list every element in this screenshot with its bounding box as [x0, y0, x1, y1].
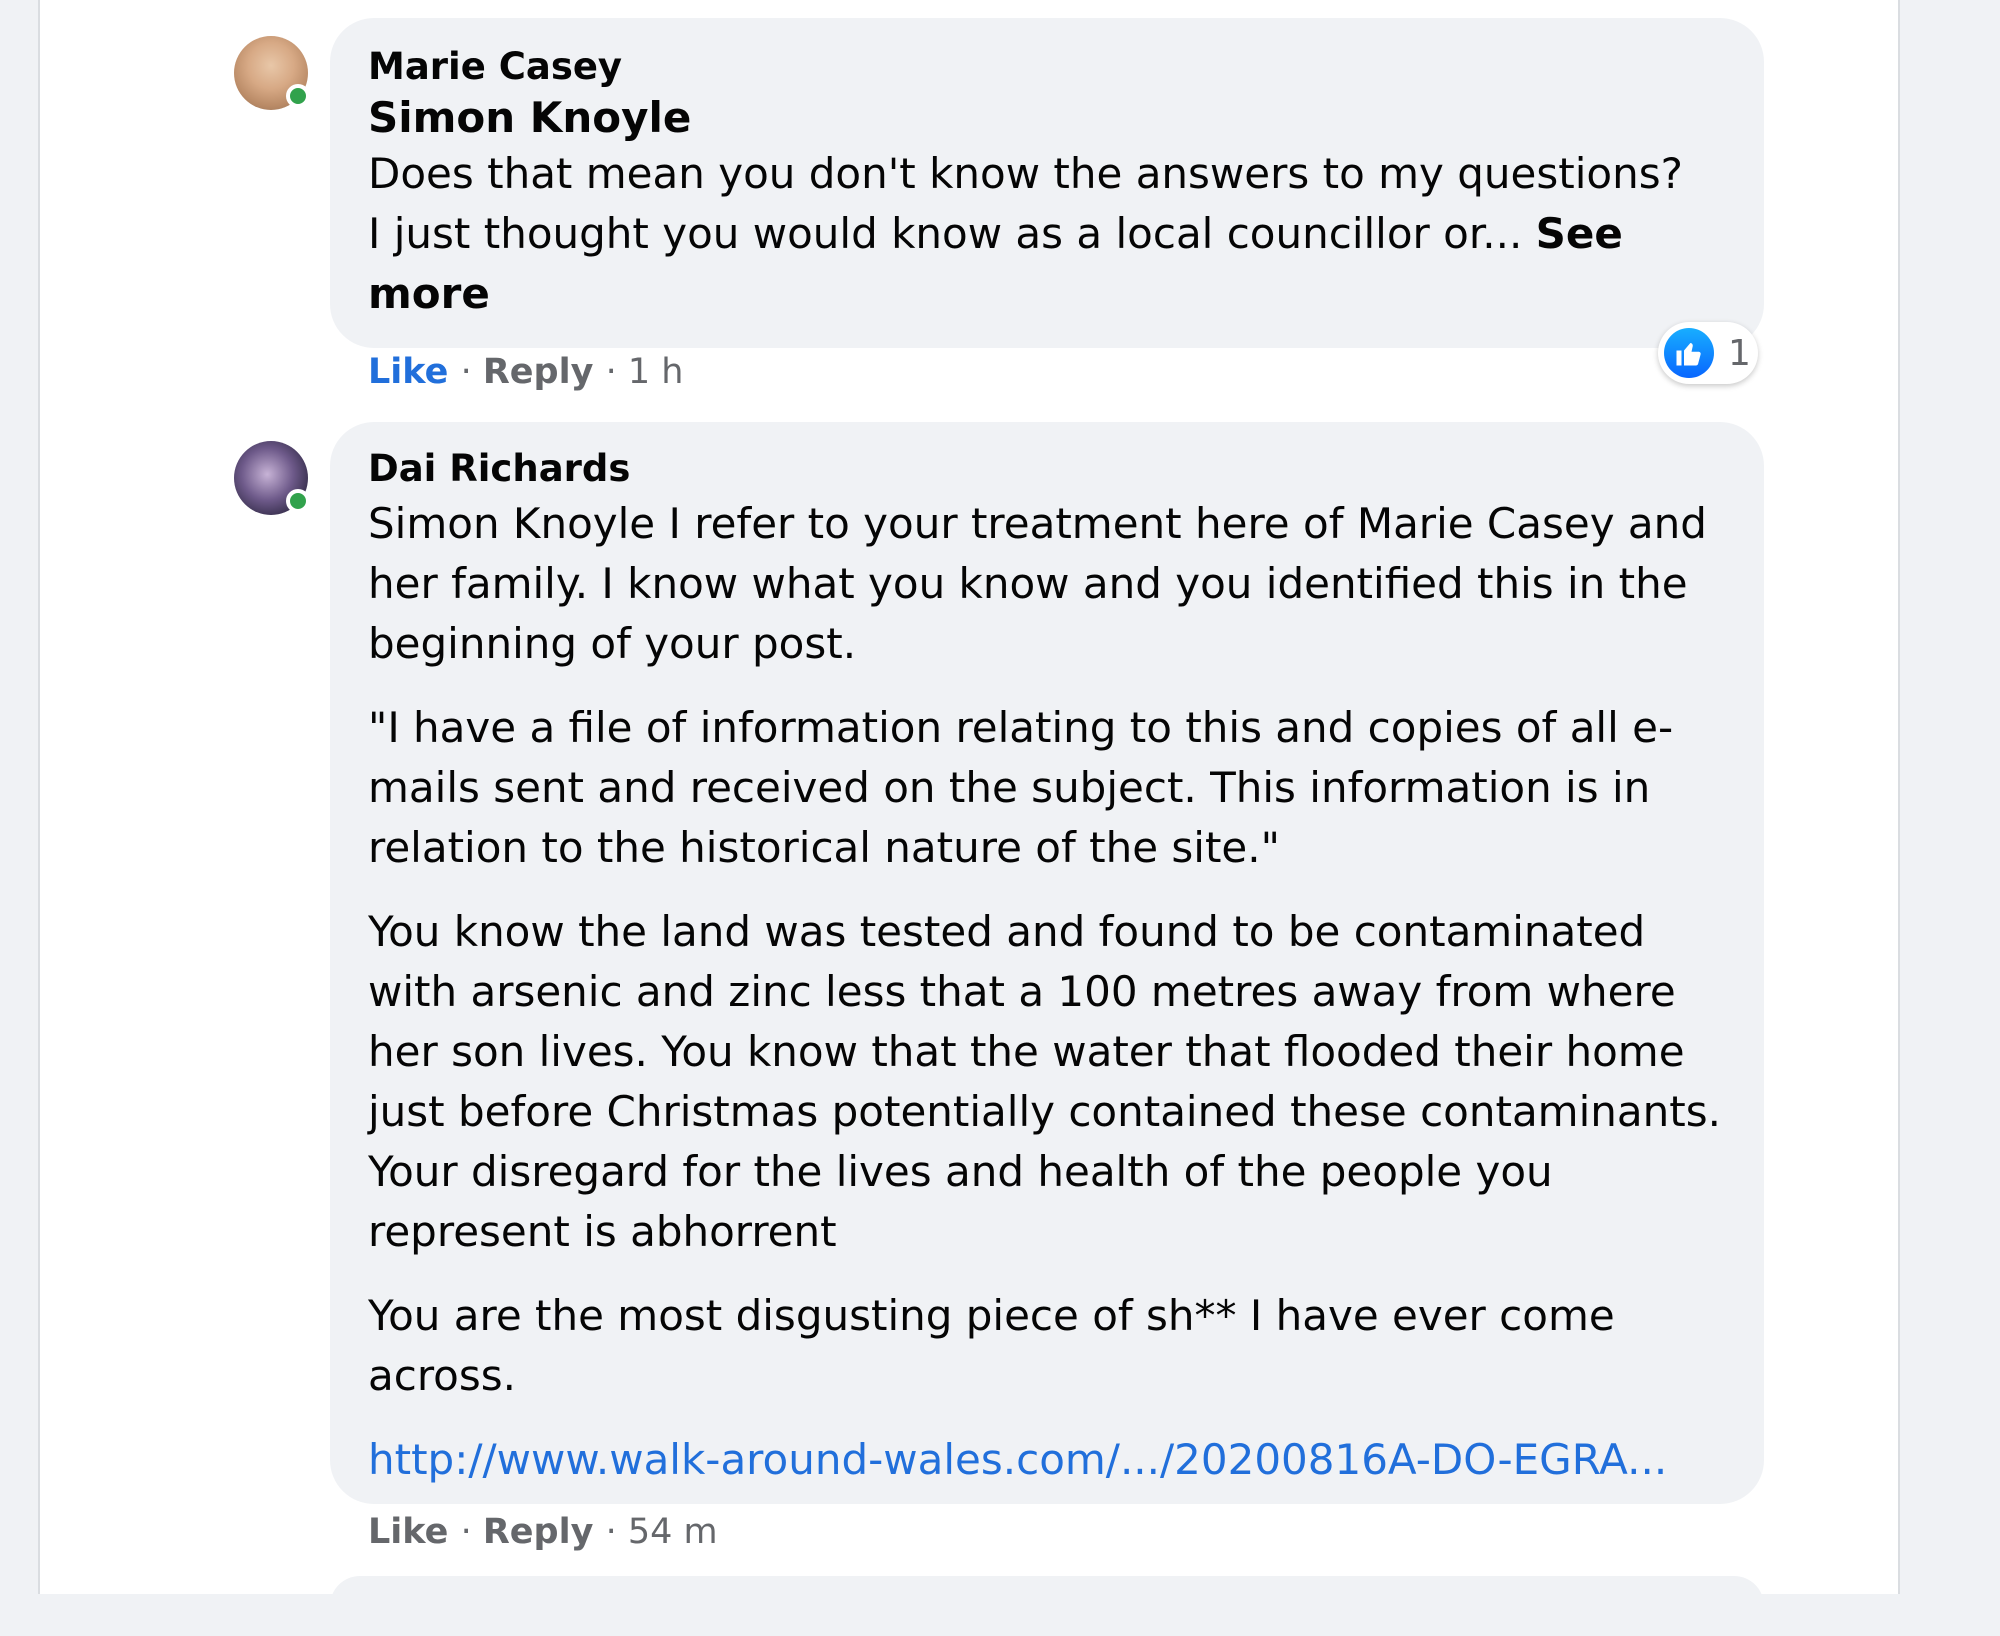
comment-paragraph: You are the most disgusting piece of sh*…: [368, 1291, 1615, 1400]
comment-text-fragment: I just thought you would know as a local…: [368, 209, 1536, 258]
separator-dot: ·: [605, 352, 628, 392]
comment-bubble: Marie Casey Simon Knoyle Does that mean …: [330, 18, 1764, 348]
online-status-dot: [286, 84, 310, 108]
thumbs-up-icon: [1664, 328, 1714, 378]
separator-dot: ·: [460, 1512, 483, 1552]
comment-paragraph: "I have a file of information relating t…: [368, 703, 1674, 872]
comment-actions: Like · Reply · 54 m: [368, 1512, 718, 1552]
comment-text: Simon Knoyle I refer to your treatment h…: [368, 494, 1726, 1406]
comment-paragraph: Simon Knoyle I refer to your treatment h…: [368, 499, 1707, 668]
comment-timestamp[interactable]: 54 m: [628, 1512, 718, 1552]
comment-text-line: Does that mean you don't know the answer…: [368, 149, 1683, 198]
comment-actions: Like · Reply · 1 h: [368, 352, 683, 392]
like-button[interactable]: Like: [368, 352, 448, 392]
mentioned-user[interactable]: Simon Knoyle: [368, 92, 1726, 144]
separator-dot: ·: [605, 1512, 628, 1552]
comment-text-line: I just thought you would know as a local…: [368, 204, 1726, 324]
comment-timestamp[interactable]: 1 h: [628, 352, 684, 392]
online-status-dot: [286, 489, 310, 513]
comment-paragraph: You know the land was tested and found t…: [368, 907, 1721, 1256]
comment-author[interactable]: Marie Casey: [368, 42, 1726, 92]
reply-button[interactable]: Reply: [483, 352, 594, 392]
next-comment-bubble: [330, 1576, 1764, 1636]
avatar-dai-richards[interactable]: [234, 441, 310, 515]
like-button[interactable]: Like: [368, 1512, 448, 1552]
comment-bubble: Dai Richards Simon Knoyle I refer to you…: [330, 422, 1764, 1504]
reply-button[interactable]: Reply: [483, 1512, 594, 1552]
reaction-summary[interactable]: 1: [1658, 322, 1758, 384]
avatar-marie-casey[interactable]: [234, 36, 310, 110]
reaction-count: 1: [1728, 332, 1751, 374]
comment-author[interactable]: Dai Richards: [368, 444, 1726, 494]
separator-dot: ·: [460, 352, 483, 392]
comment-text: Does that mean you don't know the answer…: [368, 144, 1726, 324]
shared-link[interactable]: http://www.walk-around-wales.com/.../202…: [368, 1430, 1726, 1490]
